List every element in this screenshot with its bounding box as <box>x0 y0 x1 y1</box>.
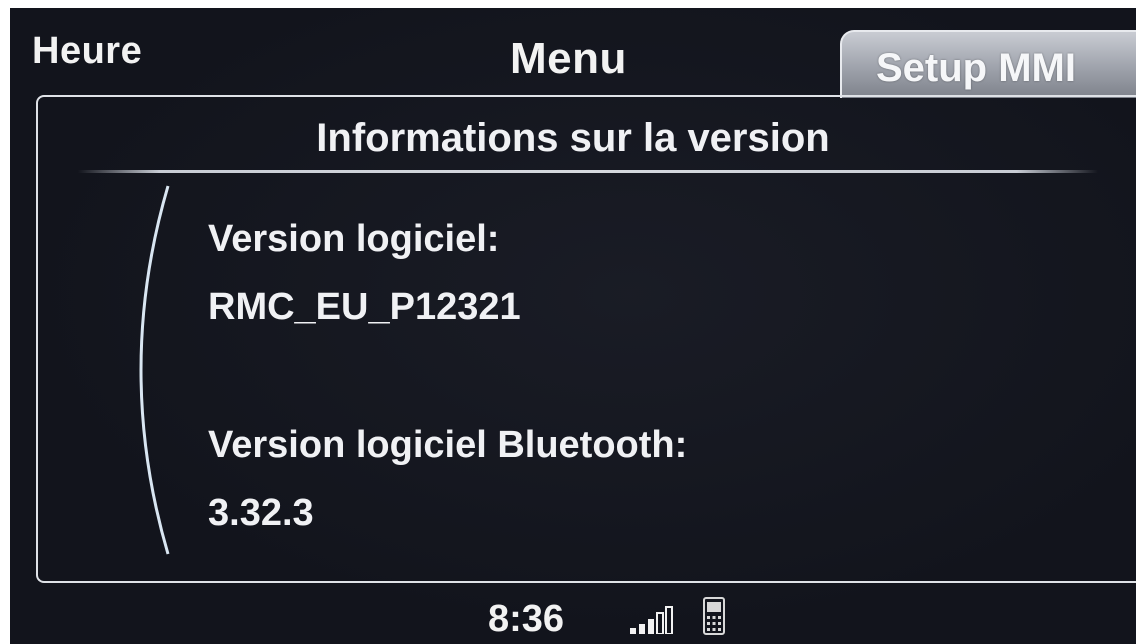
version-info-panel <box>36 95 1136 583</box>
tab-setup-mmi-label: Setup MMI <box>876 46 1076 90</box>
signal-bar-3 <box>648 619 654 634</box>
software-version-value: RMC_EU_P12321 <box>208 286 521 328</box>
status-bar: 8:36 <box>10 592 1136 644</box>
tab-setup-mmi[interactable]: Setup MMI <box>840 30 1136 98</box>
signal-bar-5 <box>665 606 673 634</box>
software-version-label: Version logiciel: <box>208 218 500 260</box>
page-title: Informations sur la version <box>316 116 830 160</box>
title-divider <box>78 170 1098 173</box>
signal-bar-4 <box>656 612 664 634</box>
tab-menu[interactable]: Menu <box>510 34 627 84</box>
scroll-arc-indicator <box>139 185 170 555</box>
mobile-phone-icon <box>703 597 725 635</box>
bluetooth-version-value: 3.32.3 <box>208 492 314 534</box>
tab-heure[interactable]: Heure <box>32 30 142 73</box>
signal-strength-icon <box>630 606 673 634</box>
signal-bar-1 <box>630 628 636 634</box>
signal-bar-2 <box>639 624 645 634</box>
mmi-screen: Heure Menu Setup MMI Informations sur la… <box>10 8 1136 644</box>
bluetooth-version-label: Version logiciel Bluetooth: <box>208 424 688 466</box>
clock: 8:36 <box>488 598 565 640</box>
